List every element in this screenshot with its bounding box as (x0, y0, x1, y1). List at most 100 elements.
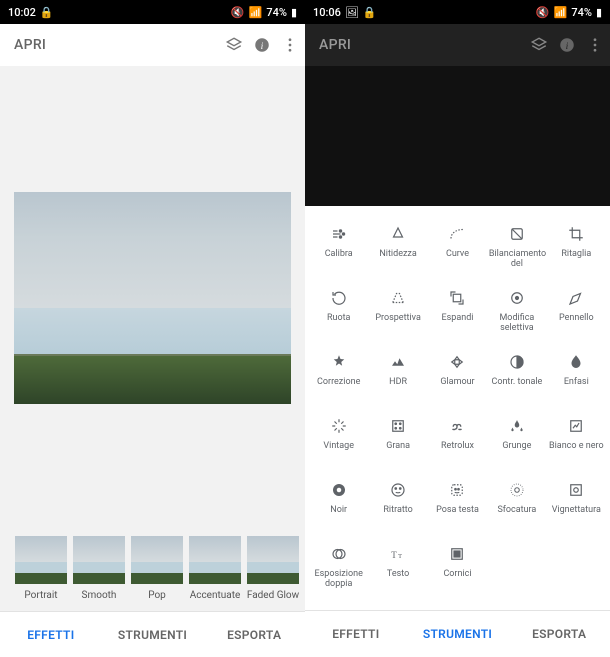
effect-thumb[interactable]: Portrait (14, 536, 68, 601)
tool-label: Prospettiva (375, 313, 421, 323)
tab-tools[interactable]: STRUMENTI (102, 612, 204, 657)
lock-icon: 🔒 (40, 6, 54, 19)
tool-label: Ritaglia (561, 249, 591, 259)
tool-icon (567, 224, 585, 244)
tool-label: Posa testa (436, 505, 479, 515)
tab-effects[interactable]: EFFETTI (305, 611, 407, 656)
tab-export[interactable]: ESPORTA (203, 612, 305, 657)
image-canvas[interactable] (0, 66, 305, 530)
status-time: 10:06 (313, 6, 341, 19)
tool-label: Modifica selettiva (489, 313, 545, 334)
tool-nitidezza[interactable]: Nitidezza (368, 224, 427, 286)
status-bar: 10:02 🔒 🔇 📶 74% ▮ (0, 0, 305, 24)
info-icon[interactable]: i (253, 36, 271, 54)
tool-grunge[interactable]: Grunge (487, 416, 546, 478)
phone-left: 10:02 🔒 🔇 📶 74% ▮ APRI i Portra (0, 0, 305, 657)
wifi-icon: 📶 (554, 6, 568, 19)
tool-icon (389, 224, 407, 244)
battery-text: 74% (266, 6, 287, 19)
tool-ritaglia[interactable]: Ritaglia (547, 224, 606, 286)
tool-curve[interactable]: Curve (428, 224, 487, 286)
tool-modifica-selettiva[interactable]: Modifica selettiva (487, 288, 546, 350)
tool-icon (330, 544, 348, 564)
tool-icon (330, 224, 348, 244)
tool-glamour[interactable]: Glamour (428, 352, 487, 414)
tool-icon (330, 480, 348, 500)
tool-noir[interactable]: Noir (309, 480, 368, 542)
effect-thumb[interactable]: Faded Glow (246, 536, 300, 601)
tool-icon (508, 352, 526, 372)
tool-pennello[interactable]: Pennello (547, 288, 606, 350)
tool-label: Sfocatura (497, 505, 536, 515)
dark-image-area (305, 66, 610, 206)
tool-bianco-e-nero[interactable]: Bianco e nero (547, 416, 606, 478)
tool-label: Testo (387, 569, 409, 579)
tool-label: Pennello (559, 313, 594, 323)
tool-ritratto[interactable]: Ritratto (368, 480, 427, 542)
info-icon[interactable]: i (558, 36, 576, 54)
tool-icon (448, 224, 466, 244)
effects-strip[interactable]: Portrait Smooth Pop Accentuate Faded Glo… (0, 530, 305, 601)
tool-icon (330, 288, 348, 308)
battery-icon: ▮ (291, 6, 297, 19)
effect-thumb[interactable]: Pop (130, 536, 184, 601)
tool-label: Ruota (327, 313, 350, 323)
tool-label: Vignettatura (552, 505, 601, 515)
status-bar: 10:06 🖼 🔒 🔇 📶 74% ▮ (305, 0, 610, 24)
tool-label: Glamour (440, 377, 474, 387)
tab-effects[interactable]: EFFETTI (0, 612, 102, 657)
tool-bilanciamento-del[interactable]: Bilanciamento del (487, 224, 546, 286)
tool-icon (567, 352, 585, 372)
tab-export[interactable]: ESPORTA (508, 611, 610, 656)
tab-tools[interactable]: STRUMENTI (407, 611, 509, 656)
tool-calibra[interactable]: Calibra (309, 224, 368, 286)
layers-icon[interactable] (530, 36, 548, 54)
svg-text:T: T (391, 550, 397, 560)
tool-retrolux[interactable]: Retrolux (428, 416, 487, 478)
tools-sheet: CalibraNitidezzaCurveBilanciamento del Ri… (305, 206, 610, 657)
wifi-icon: 📶 (249, 6, 263, 19)
tool-icon (330, 416, 348, 436)
more-icon[interactable] (586, 36, 604, 54)
tool-esposizione-doppia[interactable]: Esposizione doppia (309, 544, 368, 606)
tool-hdr[interactable]: HDR (368, 352, 427, 414)
app-bar: APRI i (305, 24, 610, 66)
tool-label: Cornici (443, 569, 471, 579)
open-button[interactable]: APRI (319, 37, 351, 53)
tool-icon: TT (389, 544, 407, 564)
mute-icon: 🔇 (536, 6, 550, 19)
open-button[interactable]: APRI (14, 37, 46, 53)
svg-text:i: i (566, 41, 569, 52)
tool-icon (508, 288, 526, 308)
tool-vintage[interactable]: Vintage (309, 416, 368, 478)
tool-icon (508, 224, 526, 244)
tool-vignettatura[interactable]: Vignettatura (547, 480, 606, 542)
tool-ruota[interactable]: Ruota (309, 288, 368, 350)
tool-label: Contr. tonale (491, 377, 542, 387)
tool-icon (448, 544, 466, 564)
layers-icon[interactable] (225, 36, 243, 54)
tool-icon (448, 288, 466, 308)
effect-thumb[interactable]: Accentuate (188, 536, 242, 601)
tool-cornici[interactable]: Cornici (428, 544, 487, 606)
effect-thumb[interactable]: Smooth (72, 536, 126, 601)
tool-grana[interactable]: Grana (368, 416, 427, 478)
mute-icon: 🔇 (231, 6, 245, 19)
tool-sfocatura[interactable]: Sfocatura (487, 480, 546, 542)
status-time: 10:02 (8, 6, 36, 19)
image-icon: 🖼 (345, 6, 359, 19)
more-icon[interactable] (281, 36, 299, 54)
tool-icon (389, 352, 407, 372)
tool-testo[interactable]: TT Testo (368, 544, 427, 606)
tool-label: Espandi (442, 313, 474, 323)
tool-icon (567, 288, 585, 308)
tool-label: Vintage (323, 441, 354, 451)
tool-espandi[interactable]: Espandi (428, 288, 487, 350)
tool-correzione[interactable]: Correzione (309, 352, 368, 414)
tool-prospettiva[interactable]: Prospettiva (368, 288, 427, 350)
phone-right: 10:06 🖼 🔒 🔇 📶 74% ▮ APRI i Calib (305, 0, 610, 657)
tool-contr-tonale[interactable]: Contr. tonale (487, 352, 546, 414)
battery-text: 74% (571, 6, 592, 19)
tool-posa-testa[interactable]: Posa testa (428, 480, 487, 542)
tool-enfasi[interactable]: Enfasi (547, 352, 606, 414)
